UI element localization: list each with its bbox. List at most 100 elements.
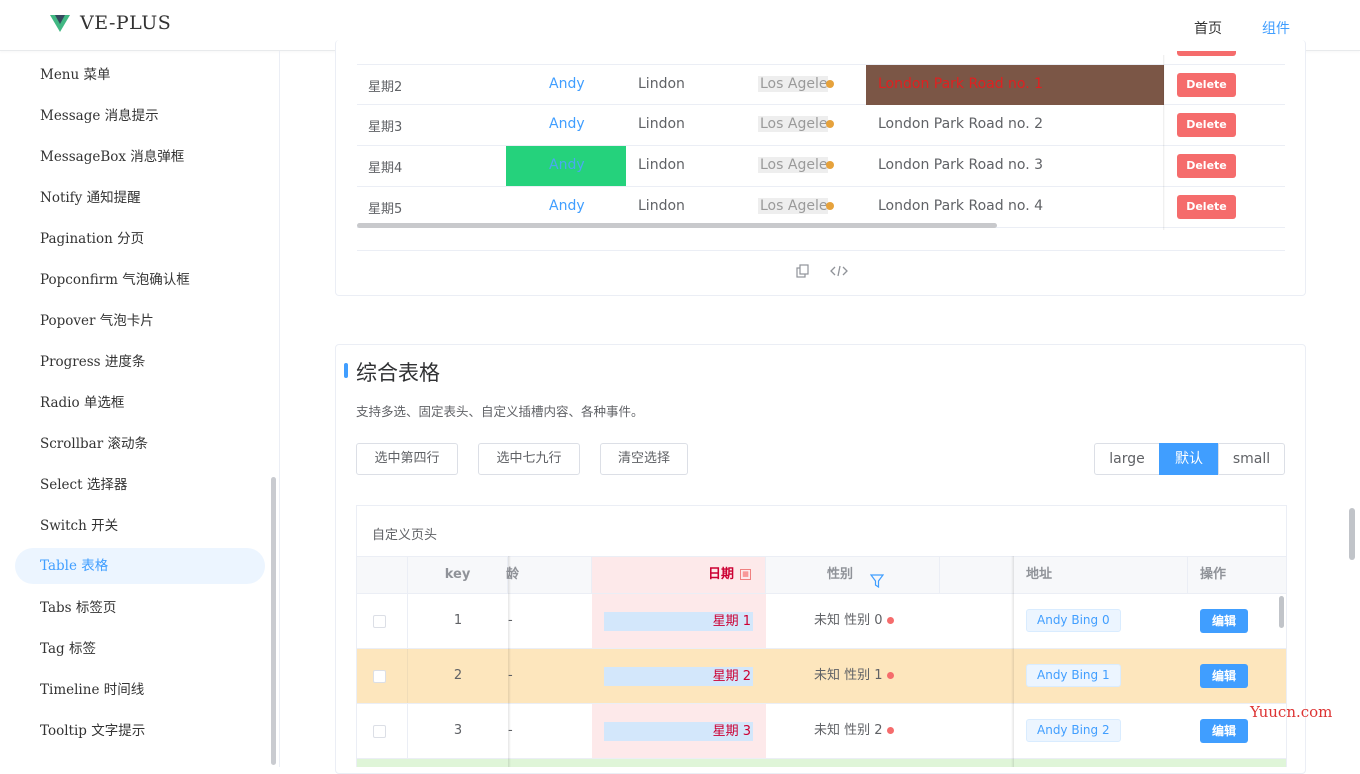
section-title: 综合表格 bbox=[356, 361, 440, 385]
status-dot bbox=[826, 80, 834, 88]
section-description: 支持多选、固定表头、自定义插槽内容、各种事件。 bbox=[356, 404, 644, 419]
section-accent-bar bbox=[344, 363, 348, 378]
select-seven-nine-button[interactable]: 选中七九行 bbox=[478, 443, 580, 475]
header-gender[interactable]: 性别 bbox=[766, 557, 940, 593]
city-cell: Los Agele. bbox=[758, 76, 828, 92]
copy-icon[interactable] bbox=[796, 264, 810, 282]
size-large-button[interactable]: large bbox=[1094, 443, 1160, 475]
age-cell: - bbox=[508, 594, 592, 648]
size-default-button[interactable]: 默认 bbox=[1159, 443, 1219, 475]
status-dot bbox=[826, 202, 834, 210]
select-fourth-row-button[interactable]: 选中第四行 bbox=[356, 443, 458, 475]
table-vertical-scrollbar[interactable] bbox=[1279, 596, 1284, 628]
sidebar-item-message[interactable]: Message 消息提示 bbox=[15, 98, 265, 134]
delete-button[interactable]: Delete bbox=[1177, 195, 1236, 219]
watermark: Yuucn.com bbox=[1250, 703, 1333, 721]
lastname-cell: Lindon bbox=[638, 76, 685, 92]
size-small-button[interactable]: small bbox=[1218, 443, 1285, 475]
sidebar-item-select[interactable]: Select 选择器 bbox=[15, 467, 265, 503]
top-nav: 首页 组件 bbox=[1194, 18, 1290, 38]
key-cell: 2 bbox=[453, 668, 463, 683]
age-cell: - bbox=[508, 649, 592, 703]
name-link[interactable]: Andy bbox=[549, 157, 585, 173]
sidebar-item-switch[interactable]: Switch 开关 bbox=[15, 508, 265, 544]
page-scrollbar[interactable] bbox=[1349, 508, 1355, 560]
status-dot bbox=[826, 161, 834, 169]
comprehensive-table: 自定义页头 key 龄 日期 ▦ 性别 地址 操作 1 - 星期 1 未知 性别… bbox=[356, 505, 1287, 767]
fixed-right-shadow bbox=[1011, 556, 1014, 767]
city-cell: Los Agele. bbox=[758, 116, 828, 132]
name-link[interactable]: Andy bbox=[549, 198, 585, 214]
sidebar-item-radio[interactable]: Radio 单选框 bbox=[15, 385, 265, 421]
next-row-partial bbox=[357, 759, 1286, 767]
sidebar-item-tabs[interactable]: Tabs 标签页 bbox=[15, 590, 265, 626]
week-cell: 星期4 bbox=[368, 161, 403, 176]
gender-cell: 未知 性别 0 bbox=[814, 613, 883, 628]
table-row[interactable]: 2 - 星期 2 未知 性别 1 Andy Bing 1 编辑 bbox=[357, 649, 1286, 704]
nav-components[interactable]: 组件 bbox=[1262, 18, 1290, 38]
sidebar-item-tag[interactable]: Tag 标签 bbox=[15, 631, 265, 667]
clear-selection-button[interactable]: 清空选择 bbox=[600, 443, 688, 475]
sidebar-item-timeline[interactable]: Timeline 时间线 bbox=[15, 672, 265, 708]
sidebar-item-tooltip[interactable]: Tooltip 文字提示 bbox=[15, 713, 265, 749]
header-action: 操作 bbox=[1188, 557, 1286, 593]
checkbox-cell bbox=[357, 594, 408, 648]
header-date[interactable]: 日期 ▦ bbox=[592, 557, 766, 593]
date-tag: 星期 3 bbox=[604, 722, 753, 741]
sidebar-scrollbar[interactable] bbox=[271, 477, 276, 765]
table-row[interactable]: 3 - 星期 3 未知 性别 2 Andy Bing 2 编辑 bbox=[357, 704, 1286, 759]
edit-button[interactable]: 编辑 bbox=[1200, 664, 1248, 688]
week-cell: 星期2 bbox=[368, 80, 403, 95]
lastname-cell: Lindon bbox=[638, 157, 685, 173]
name-link[interactable]: Andy bbox=[549, 116, 585, 132]
row-checkbox[interactable] bbox=[373, 670, 386, 683]
edit-button[interactable]: 编辑 bbox=[1200, 719, 1248, 743]
city-cell: Los Agele. bbox=[758, 157, 828, 173]
name-link[interactable]: Andy bbox=[549, 76, 585, 92]
sidebar-item-popover[interactable]: Popover 气泡卡片 bbox=[15, 303, 265, 339]
sidebar-item-popconfirm[interactable]: Popconfirm 气泡确认框 bbox=[15, 262, 265, 298]
divider bbox=[357, 250, 1285, 251]
vue-logo-icon bbox=[50, 14, 70, 32]
week-cell: 星期3 bbox=[368, 120, 403, 135]
sidebar-item-table[interactable]: Table 表格 bbox=[15, 548, 265, 584]
table-horizontal-scrollbar[interactable] bbox=[357, 223, 997, 228]
lastname-cell: Lindon bbox=[638, 198, 685, 214]
row-checkbox[interactable] bbox=[373, 615, 386, 628]
date-tag: 星期 1 bbox=[604, 612, 753, 631]
gender-dot bbox=[887, 617, 894, 624]
header-address-label: 地址 bbox=[1026, 567, 1053, 582]
table-row[interactable]: 1 - 星期 1 未知 性别 0 Andy Bing 0 编辑 bbox=[357, 594, 1286, 649]
gender-dot bbox=[887, 727, 894, 734]
fixed-left-shadow bbox=[508, 556, 511, 767]
sidebar-item-scrollbar[interactable]: Scrollbar 滚动条 bbox=[15, 426, 265, 462]
address-cell: London Park Road no. 3 bbox=[878, 157, 1044, 173]
edit-button[interactable]: 编辑 bbox=[1200, 609, 1248, 633]
sidebar-item-notify[interactable]: Notify 通知提醒 bbox=[15, 180, 265, 216]
table-header: key 龄 日期 ▦ 性别 地址 操作 bbox=[357, 556, 1286, 594]
address-tag: Andy Bing 2 bbox=[1026, 719, 1121, 742]
header-age: 龄 bbox=[506, 557, 592, 593]
gender-cell: 未知 性别 1 bbox=[814, 668, 883, 683]
brand-name: VE-PLUS bbox=[80, 12, 172, 34]
sidebar-item-menu[interactable]: Menu 菜单 bbox=[15, 57, 265, 93]
sidebar-item-pagination[interactable]: Pagination 分页 bbox=[15, 221, 265, 257]
header-key[interactable]: key bbox=[408, 557, 508, 593]
delete-button[interactable]: Delete bbox=[1177, 113, 1236, 137]
code-icon[interactable] bbox=[830, 264, 848, 282]
delete-button[interactable]: Delete bbox=[1177, 154, 1236, 178]
address-cell: London Park Road no. 1 bbox=[878, 76, 1044, 92]
address-tag: Andy Bing 1 bbox=[1026, 664, 1121, 687]
nav-home[interactable]: 首页 bbox=[1194, 18, 1222, 38]
age-cell: - bbox=[508, 704, 592, 758]
table-row: 星期4 Andy Lindon Los Agele. London Park R… bbox=[357, 146, 1285, 187]
checkbox-cell bbox=[357, 649, 408, 703]
row-checkbox[interactable] bbox=[373, 725, 386, 738]
sidebar-item-progress[interactable]: Progress 进度条 bbox=[15, 344, 265, 380]
table-caption: 自定义页头 bbox=[372, 528, 438, 543]
table-row: 星期5 Andy Lindon Los Agele. London Park R… bbox=[357, 187, 1285, 228]
logo[interactable]: VE-PLUS bbox=[50, 12, 171, 34]
delete-button[interactable]: Delete bbox=[1177, 73, 1236, 97]
sidebar-item-messagebox[interactable]: MessageBox 消息弹框 bbox=[15, 139, 265, 175]
delete-button-partial[interactable] bbox=[1177, 51, 1236, 56]
